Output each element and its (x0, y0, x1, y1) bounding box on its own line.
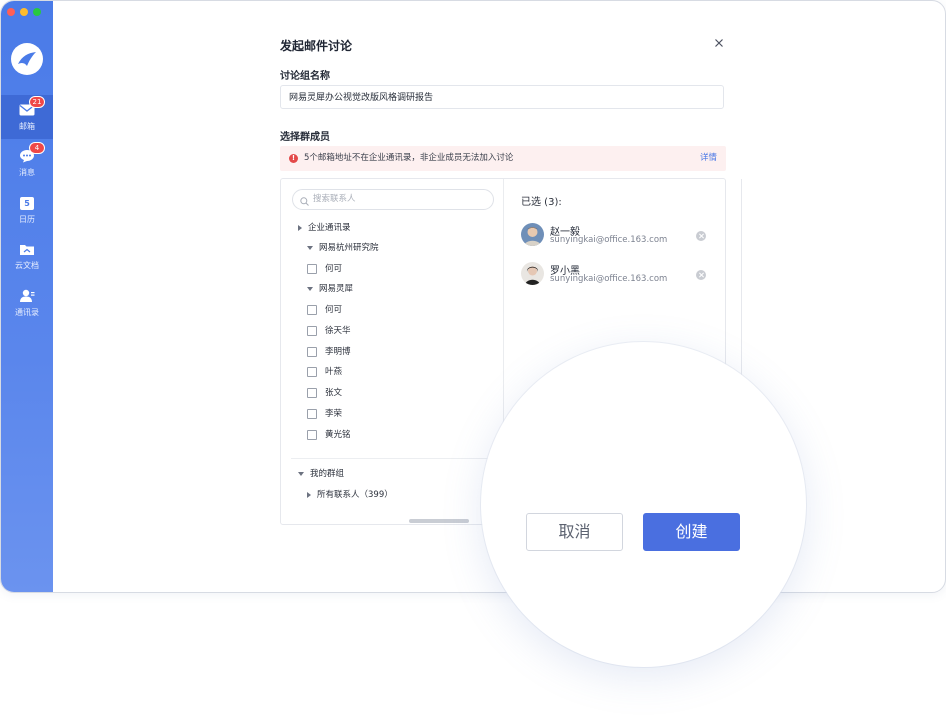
search-placeholder: 搜索联系人 (313, 194, 356, 204)
sidebar-item-calendar[interactable]: 5 日历 (1, 188, 53, 232)
collapse-icon (307, 286, 313, 291)
tree-label: 我的群组 (310, 469, 345, 479)
chat-icon: 4 (18, 142, 45, 164)
mail-badge: 21 (29, 96, 45, 108)
checkbox[interactable] (307, 304, 317, 315)
members-label: 选择群成员 (280, 132, 330, 143)
checkbox[interactable] (307, 387, 317, 398)
maximize-window-button[interactable] (33, 8, 41, 16)
sidebar-item-docs[interactable]: 云文档 (1, 234, 53, 278)
tree-dept1[interactable]: 网易杭州研究院 (307, 241, 379, 255)
contact-row[interactable]: 徐天华 (307, 324, 351, 338)
alert-message: 5个邮箱地址不在企业通讯录，非企业成员无法加入讨论 (304, 153, 514, 163)
mail-icon: 21 (18, 96, 45, 118)
sidebar-item-label: 邮箱 (19, 122, 35, 131)
tree-dept2[interactable]: 网易灵犀 (307, 282, 353, 296)
minimize-window-button[interactable] (20, 8, 28, 16)
contact-row[interactable]: 李明博 (307, 345, 351, 359)
sidebar-item-mail[interactable]: 21 邮箱 (1, 95, 53, 139)
search-icon (300, 195, 309, 206)
tree-my-groups[interactable]: 我的群组 (298, 467, 344, 481)
sidebar-item-label: 消息 (19, 168, 35, 177)
checkbox[interactable] (307, 346, 317, 357)
collapse-icon (307, 245, 313, 250)
collapse-icon (298, 471, 304, 476)
contact-row[interactable]: 何可 (307, 303, 342, 317)
tree-enterprise[interactable]: 企业通讯录 (298, 221, 351, 235)
search-input[interactable]: 搜索联系人 (292, 189, 494, 210)
checkbox[interactable] (307, 325, 317, 336)
contact-row[interactable]: 李荣 (307, 407, 342, 421)
tree-label: 企业通讯录 (308, 223, 351, 233)
contact-name: 张文 (325, 388, 343, 398)
calendar-day: 5 (20, 196, 34, 210)
warning-icon: ! (289, 154, 298, 163)
tree-divider (291, 458, 495, 459)
contact-row[interactable]: 叶燕 (307, 365, 342, 379)
contact-name: 叶燕 (325, 367, 343, 377)
magnifier-circle (481, 342, 806, 667)
sidebar-item-label: 云文档 (15, 261, 39, 270)
create-button[interactable]: 创建 (643, 513, 740, 551)
expand-icon (307, 491, 311, 498)
window-controls (7, 8, 41, 16)
group-name-label: 讨论组名称 (280, 71, 330, 82)
calendar-icon: 5 (18, 195, 36, 211)
sidebar-item-label: 日历 (19, 215, 35, 224)
contact-row[interactable]: 张文 (307, 386, 342, 400)
tree-label: 网易灵犀 (319, 284, 354, 294)
dialog-title: 发起邮件讨论 (280, 39, 353, 53)
group-name-input[interactable]: 网易灵犀办公视觉改版风格调研报告 (280, 85, 724, 109)
close-window-button[interactable] (7, 8, 15, 16)
sidebar-item-label: 通讯录 (15, 308, 39, 317)
contact-row[interactable]: 何可 (307, 262, 342, 276)
contacts-icon (18, 288, 36, 304)
contact-name: 何可 (325, 264, 343, 274)
checkbox[interactable] (307, 366, 317, 377)
alert-banner: ! 5个邮箱地址不在企业通讯录，非企业成员无法加入讨论 详情 (280, 146, 726, 171)
alert-detail-link[interactable]: 详情 (700, 146, 717, 171)
app-logo-icon (11, 43, 43, 75)
contact-name: 李明博 (325, 347, 351, 357)
sidebar-item-messages[interactable]: 4 消息 (1, 141, 53, 185)
close-icon[interactable] (712, 35, 726, 49)
contact-name: 何可 (325, 305, 343, 315)
sidebar-item-contacts[interactable]: 通讯录 (1, 281, 53, 325)
contact-name: 黄光铭 (325, 430, 351, 440)
checkbox[interactable] (307, 263, 317, 274)
tree-label: 网易杭州研究院 (319, 243, 379, 253)
tree-label: 所有联系人（399） (317, 490, 393, 500)
contact-name: 徐天华 (325, 326, 351, 336)
cloud-folder-icon (18, 241, 36, 257)
checkbox[interactable] (307, 429, 317, 440)
scrollbar[interactable] (409, 519, 469, 523)
cancel-button[interactable]: 取消 (526, 513, 623, 551)
tree-all-contacts[interactable]: 所有联系人（399） (307, 488, 393, 502)
contact-name: 李荣 (325, 409, 343, 419)
messages-badge: 4 (29, 142, 45, 154)
sidebar: 21 邮箱 4 消息 5 日历 云文档 通讯录 (1, 1, 53, 592)
contact-row[interactable]: 黄光铭 (307, 428, 351, 442)
expand-icon (298, 224, 302, 231)
checkbox[interactable] (307, 408, 317, 419)
